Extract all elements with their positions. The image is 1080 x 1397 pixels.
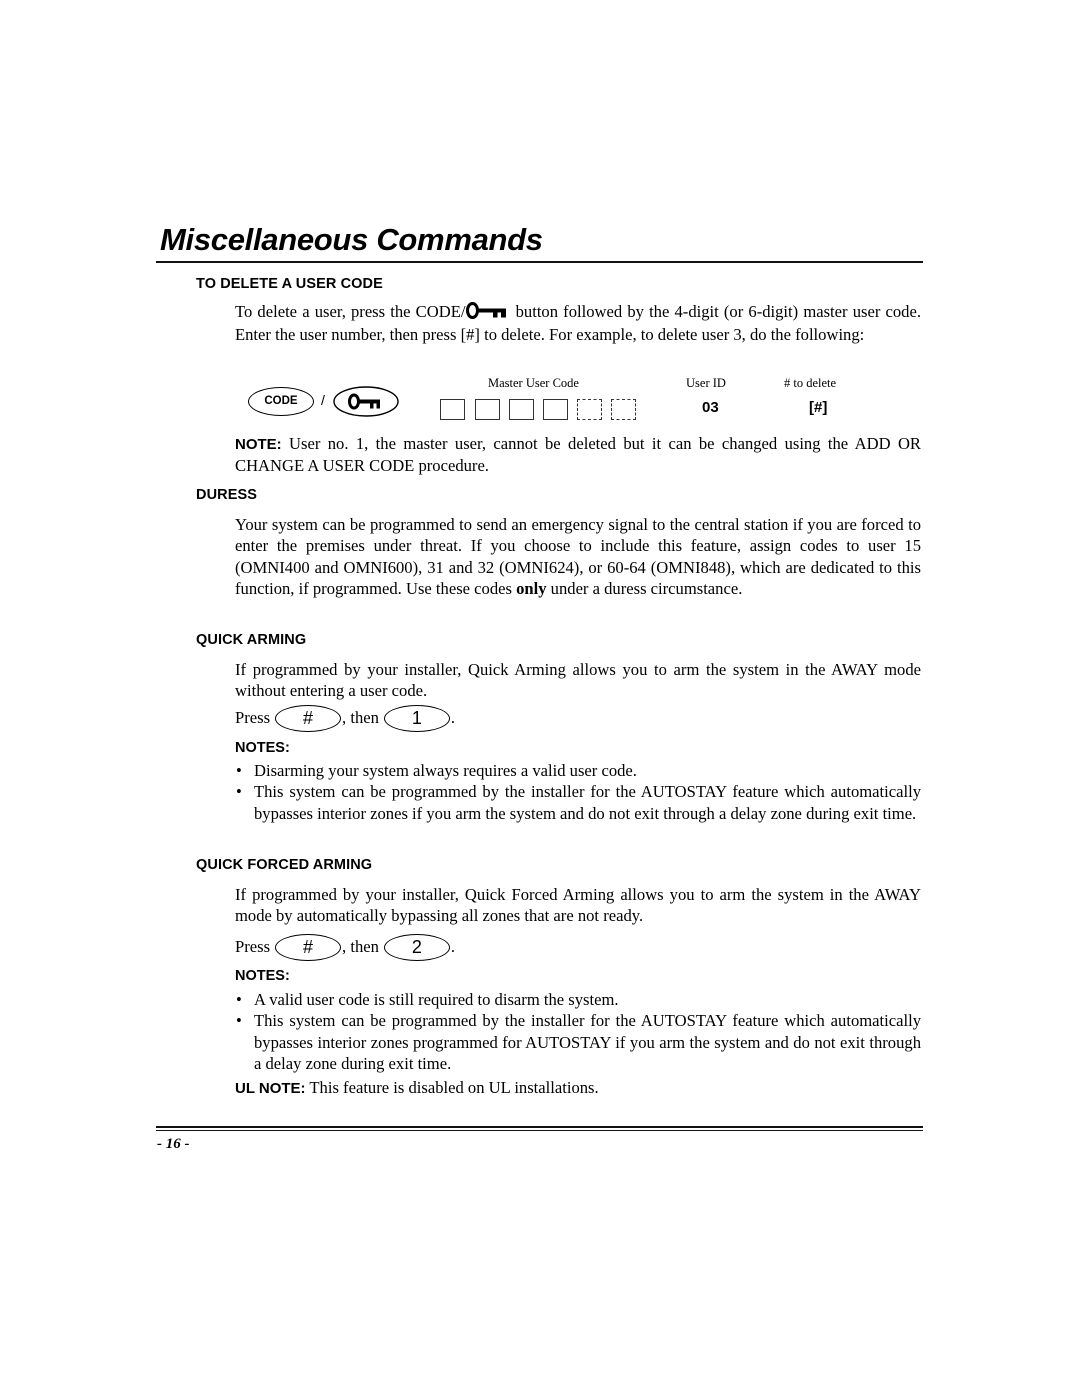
key-icon [466,302,508,324]
master-user-code-label: Master User Code [488,376,579,390]
quick-forced-arming-notes-list: A valid user code is still required to d… [235,989,921,1074]
then-label: , then [342,937,379,956]
key-2-button[interactable]: 2 [383,933,450,961]
code-digit-box [543,399,568,420]
delete-key-value: [#] [809,399,828,416]
then-label: , then [342,708,379,727]
separator: / [321,392,325,408]
ul-note-label: UL NOTE: [235,1080,306,1097]
code-digit-box [509,399,534,420]
quick-arming-key-sequence: Press # , then 1 . [235,704,455,732]
pound-key-button[interactable]: # [275,704,342,732]
footer-divider [156,1130,923,1131]
list-item: Disarming your system always requires a … [235,760,921,782]
note-text: User no. 1, the master user, cannot be d… [235,434,921,476]
section-heading-quick-forced-arming: QUICK FORCED ARMING [196,857,373,873]
press-label: Press [235,708,271,727]
delete-key-label: # to delete [784,376,837,390]
duress-emphasis: only [516,578,547,598]
key-1-button[interactable]: 1 [383,704,450,732]
pound-key-button[interactable]: # [275,933,342,961]
key-icon [348,393,380,410]
quick-arming-notes-list: Disarming your system always requires a … [235,760,921,824]
quick-forced-arming-notes-heading: NOTES: [235,968,290,984]
delete-user-diagram: CODE / Master User Code User ID 03 # to … [240,372,880,428]
press-label: Press [235,937,271,956]
section-heading-delete-user-code: TO DELETE A USER CODE [196,276,383,292]
delete-user-note: NOTE: User no. 1, the master user, canno… [235,433,921,477]
code-digit-box [475,399,500,420]
key-button[interactable] [333,386,399,417]
quick-arming-notes-heading: NOTES: [235,740,290,756]
duress-para-part2: under a duress circumstance. [546,578,743,598]
title-divider [156,261,923,263]
ul-note: UL NOTE: This feature is disabled on UL … [235,1077,921,1099]
optional-digit-box [611,399,636,420]
user-id-value: 03 [702,399,719,416]
section-heading-duress: DURESS [196,487,258,503]
list-item: This system can be programmed by the ins… [235,1010,921,1074]
quick-forced-arming-paragraph: If programmed by your installer, Quick F… [235,885,921,926]
section-heading-quick-arming: QUICK ARMING [196,632,307,648]
code-digit-box [440,399,465,420]
page-number: - 16 - [157,1136,190,1152]
page-title: Miscellaneous Commands [160,222,543,257]
list-item: This system can be programmed by the ins… [235,781,921,824]
sentence-end: . [450,708,456,727]
optional-digit-box [577,399,602,420]
quick-arming-paragraph: If programmed by your installer, Quick A… [235,660,921,701]
code-button[interactable]: CODE [248,387,314,416]
delete-para-part1: To delete a user, press the CODE/ [235,302,466,321]
delete-user-code-paragraph: To delete a user, press the CODE/ button… [235,301,921,346]
ul-note-text: This feature is disabled on UL installat… [305,1078,599,1097]
user-id-label: User ID [686,376,726,390]
quick-forced-arming-key-sequence: Press # , then 2 . [235,933,455,961]
footer-divider [156,1126,923,1128]
note-label: NOTE: [235,436,282,453]
list-item: A valid user code is still required to d… [235,989,921,1011]
duress-paragraph: Your system can be programmed to send an… [235,514,921,599]
sentence-end: . [450,937,456,956]
